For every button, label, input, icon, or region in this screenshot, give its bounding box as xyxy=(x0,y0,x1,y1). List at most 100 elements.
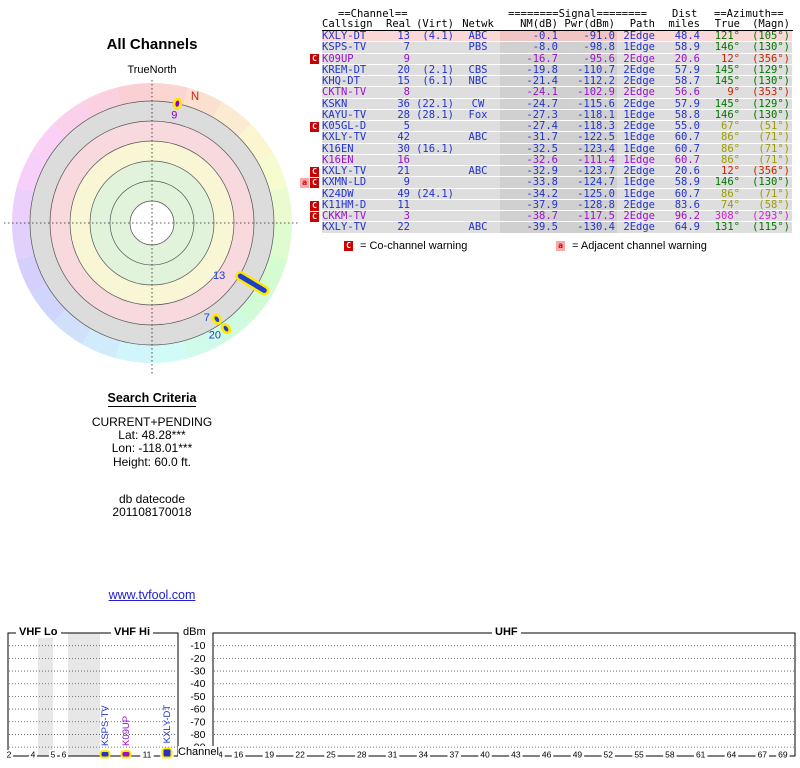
cell-path: 1Edge xyxy=(617,177,657,189)
cell-callsign: KREM-DT xyxy=(322,64,386,77)
cell-netwk: Fox xyxy=(456,109,500,122)
cell-magn-az: (115°) xyxy=(742,222,792,234)
polar-radar-chart: 9 13 7 20 N xyxy=(4,80,300,375)
cell-callsign: CKTN-TV xyxy=(322,87,386,99)
cell-magn-az: (130°) xyxy=(742,177,792,189)
cell-warn: C xyxy=(298,211,322,222)
co-channel-warning-icon: C xyxy=(310,121,319,132)
cell-real: 36 xyxy=(386,98,412,110)
channel-tick-label: 52 xyxy=(604,750,614,760)
cell-path: 2Edge xyxy=(617,222,657,234)
cell-warn xyxy=(298,222,322,233)
cell-magn-az: (130°) xyxy=(742,42,792,54)
co-channel-warning-icon: C xyxy=(310,54,319,65)
col-header-real: Real xyxy=(386,18,412,30)
cell-miles: 83.6 xyxy=(657,199,702,212)
cell-miles: 48.4 xyxy=(657,31,702,43)
cell-real: 30 xyxy=(386,143,412,155)
cell-nm: -21.4 xyxy=(500,76,560,88)
y-axis-label-dbm: dBm xyxy=(181,626,208,638)
cell-true-az: 12° xyxy=(702,166,742,178)
cell-true-az: 146° xyxy=(702,177,742,189)
cell-warn xyxy=(298,65,322,76)
table-row: KXLY-TV 22 ABC -39.5 -130.4 2Edge 64.9 131° (115… xyxy=(298,222,792,234)
channel-tick-label: 55 xyxy=(634,750,644,760)
cell-miles: 56.6 xyxy=(657,87,702,99)
cell-pwr: -123.4 xyxy=(560,143,617,155)
table-row: KAYU-TV 28 (28.1) Fox -27.3 -118.1 1Edge 58.8 14… xyxy=(298,109,792,122)
station-marker-label: 20 xyxy=(209,330,221,342)
cell-true-az: 86° xyxy=(702,154,742,167)
col-header-pwr: Pwr(dBm) xyxy=(564,18,615,30)
cell-virt: (2.1) xyxy=(412,64,456,77)
cell-nm: -32.5 xyxy=(500,143,560,155)
cell-warn xyxy=(298,99,322,110)
adjacent-channel-legend: a = Adjacent channel warning xyxy=(556,240,707,252)
cell-nm: -38.7 xyxy=(500,211,560,223)
channel-tick-label: 40 xyxy=(480,750,490,760)
cell-netwk: ABC xyxy=(456,166,500,178)
channel-tick-label: 6 xyxy=(62,750,67,760)
table-row: C K11HM-D 11 -37.9 -128.8 2Edge 83.6 74° (58°) xyxy=(298,199,792,212)
table-row: C KXLY-TV 21 ABC -32.9 -123.7 2Edge 20.6 12° (356… xyxy=(298,166,792,178)
cell-true-az: 9° xyxy=(702,87,742,99)
co-channel-warning-icon: C xyxy=(310,211,319,222)
cell-pwr: -124.7 xyxy=(560,177,617,189)
cell-callsign: CKKM-TV xyxy=(322,211,386,223)
tvfool-link[interactable]: www.tvfool.com xyxy=(109,588,196,602)
cell-miles: 96.2 xyxy=(657,211,702,223)
cell-pwr: -118.3 xyxy=(560,121,617,133)
cell-netwk xyxy=(456,154,500,167)
cell-miles: 20.6 xyxy=(657,53,702,65)
y-axis-tick-label: -20 xyxy=(190,653,205,665)
cell-real: 9 xyxy=(386,177,412,189)
channel-tick-label: 69 xyxy=(778,750,788,760)
cell-real: 20 xyxy=(386,64,412,77)
channel-tick-label: 31 xyxy=(388,750,398,760)
cell-virt xyxy=(412,199,456,212)
cell-warn xyxy=(298,87,322,98)
search-criteria-title: Search Criteria xyxy=(107,391,197,407)
y-axis-tick-label: -30 xyxy=(190,666,205,678)
cell-nm: -19.8 xyxy=(500,64,560,77)
channel-tick-label: 67 xyxy=(758,750,768,760)
table-row: K24DW 49 (24.1) -34.2 -125.0 1Edge 60.7 86° (71°… xyxy=(298,188,792,200)
cell-callsign: K09UP xyxy=(322,53,386,65)
cell-magn-az: (105°) xyxy=(742,31,792,43)
table-row: KSKN 36 (22.1) CW -24.7 -115.6 2Edge 57.9 145° (1… xyxy=(298,98,792,110)
cell-real: 49 xyxy=(386,188,412,200)
channel-tick-label: 22 xyxy=(295,750,305,760)
cell-netwk: CW xyxy=(456,98,500,110)
cell-miles: 58.9 xyxy=(657,177,702,189)
channel-tick-label: 61 xyxy=(696,750,706,760)
cell-virt xyxy=(412,177,456,189)
site-link-wrap: www.tvfool.com xyxy=(27,586,277,604)
cell-warn xyxy=(298,110,322,121)
cell-nm: -27.3 xyxy=(500,109,560,122)
cell-miles: 60.7 xyxy=(657,143,702,155)
col-header-callsign: Callsign xyxy=(322,18,373,30)
cell-netwk xyxy=(456,53,500,65)
cell-real: 11 xyxy=(386,199,412,212)
table-row: KXLY-TV 42 ABC -31.7 -122.5 1Edge 60.7 86° (71°) xyxy=(298,132,792,144)
cell-pwr: -125.0 xyxy=(560,188,617,200)
station-marker-label: 7 xyxy=(204,312,210,324)
cell-netwk xyxy=(456,143,500,155)
cell-virt xyxy=(412,87,456,99)
cell-real: 3 xyxy=(386,211,412,223)
cell-netwk xyxy=(456,188,500,200)
cell-warn: C xyxy=(298,54,322,65)
cell-virt xyxy=(412,53,456,65)
cell-true-az: 145° xyxy=(702,64,742,77)
cell-real: 9 xyxy=(386,53,412,65)
station-marker-label: 13 xyxy=(213,270,225,282)
cell-nm: -37.9 xyxy=(500,199,560,212)
tvfool-report-page: { "polar": { "title": "All Channels", "n… xyxy=(0,0,800,768)
band-label-vhf-lo: VHF Lo xyxy=(16,626,61,638)
cell-true-az: 86° xyxy=(702,188,742,200)
cell-callsign: KXLY-DT xyxy=(322,31,386,43)
cell-netwk xyxy=(456,87,500,99)
signal-bar xyxy=(99,750,111,759)
table-row: C CKKM-TV 3 -38.7 -117.5 2Edge 96.2 308° (293°) xyxy=(298,211,792,223)
station-marker-dot xyxy=(172,97,183,110)
